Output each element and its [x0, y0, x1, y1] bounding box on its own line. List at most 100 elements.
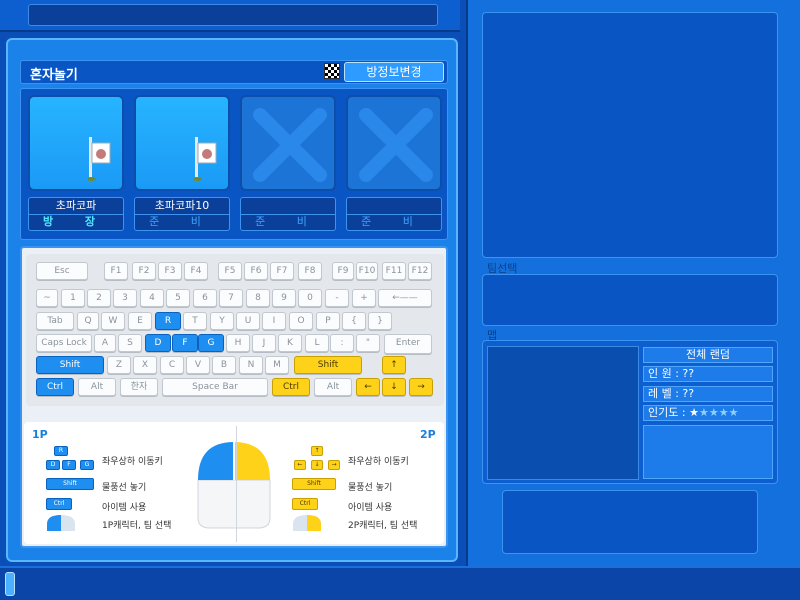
- popularity-label: 인기도 :: [648, 406, 686, 419]
- star-icon: ★: [689, 406, 699, 419]
- slot-1-status: 방 장: [28, 215, 124, 231]
- key-3-9: L: [305, 334, 329, 352]
- p1-label: 1P: [32, 428, 48, 441]
- key-2-6: Y: [210, 312, 234, 330]
- player-slot-1[interactable]: [28, 95, 124, 191]
- key-4-9: ↑: [382, 356, 406, 374]
- key-3-8: K: [278, 334, 302, 352]
- key-0-8: F8: [298, 262, 322, 280]
- key-2-11: {: [342, 312, 366, 330]
- start-area[interactable]: [502, 490, 758, 554]
- key-1-4: 4: [140, 289, 164, 307]
- key-5-5: Alt: [314, 378, 352, 396]
- p1-g-key: G: [80, 460, 94, 470]
- player-slot-4[interactable]: [346, 95, 442, 191]
- star-icon: ★: [698, 406, 709, 419]
- key-1-7: 7: [219, 289, 243, 307]
- key-3-4: F: [172, 334, 198, 352]
- slot-4-status: 준 비: [346, 215, 442, 231]
- key-1-1: 1: [61, 289, 85, 307]
- p1-f-key: F: [62, 460, 76, 470]
- slot-4-name: [346, 197, 442, 215]
- chat-input-bar[interactable]: [28, 4, 438, 26]
- key-2-4: R: [155, 312, 181, 330]
- instructions-box: 1P 2P R D F G Shift Ctrl 좌우상하 이동키 물풍선 놓기…: [24, 422, 444, 544]
- p1-r-key: R: [54, 446, 68, 456]
- key-5-7: ↓: [382, 378, 406, 396]
- key-3-12: Enter: [384, 334, 432, 354]
- key-2-1: Q: [77, 312, 99, 330]
- player-slot-3[interactable]: [240, 95, 336, 191]
- slot-3-status: 준 비: [240, 215, 336, 231]
- key-2-8: I: [262, 312, 286, 330]
- key-2-7: U: [236, 312, 260, 330]
- key-3-0: Caps Lock: [36, 334, 92, 352]
- map-thumbnail[interactable]: [487, 346, 639, 480]
- p2-right-key: →: [328, 460, 340, 470]
- p2-up-key: ↑: [311, 446, 323, 456]
- p2-ctrl-key: Ctrl: [292, 498, 318, 510]
- map-level: 레 벨 : ??: [643, 386, 773, 402]
- mouse-icon: [197, 442, 271, 529]
- key-2-10: P: [316, 312, 340, 330]
- map-preview: [482, 12, 778, 258]
- p2-select-text: 2P캐릭터, 팀 선택: [348, 521, 418, 531]
- divider: [236, 426, 237, 542]
- key-4-1: Z: [107, 356, 131, 374]
- p2-move-text: 좌우상하 이동키: [348, 457, 409, 467]
- map-description: [643, 425, 773, 479]
- star-icon: ★: [718, 406, 729, 419]
- key-2-0: Tab: [36, 312, 74, 330]
- key-1-2: 2: [87, 289, 111, 307]
- slot-2-status: 준 비: [134, 215, 230, 231]
- key-0-0: Esc: [36, 262, 88, 280]
- key-4-5: B: [212, 356, 236, 374]
- key-3-2: S: [118, 334, 142, 352]
- key-4-2: X: [133, 356, 157, 374]
- key-1-13: ←——: [378, 289, 432, 307]
- key-0-12: F12: [408, 262, 432, 280]
- key-1-10: 0: [298, 289, 322, 307]
- p1-select-text: 1P캐릭터, 팀 선택: [102, 521, 172, 531]
- room-title: 혼자놀기: [30, 68, 78, 83]
- p1-item-text: 아이템 사용: [102, 503, 147, 513]
- key-0-6: F6: [244, 262, 268, 280]
- key-0-9: F9: [332, 262, 354, 280]
- map-random-button[interactable]: 전체 랜덤: [643, 347, 773, 363]
- slot-2-name: 초파코파10: [134, 197, 230, 215]
- map-people: 인 원 : ??: [643, 366, 773, 382]
- key-1-9: 9: [272, 289, 296, 307]
- map-popularity: 인기도 : ★★★★★: [643, 405, 773, 421]
- key-3-11: ": [356, 334, 380, 352]
- key-3-6: H: [226, 334, 250, 352]
- key-4-4: V: [186, 356, 210, 374]
- p2-mouse-icon: [293, 515, 321, 531]
- level-sign-icon: [194, 137, 217, 181]
- p2-down-key: ↓: [311, 460, 323, 470]
- closed-x-icon: [253, 108, 327, 182]
- key-0-11: F11: [382, 262, 406, 280]
- p2-item-text: 아이템 사용: [348, 503, 393, 513]
- key-1-8: 8: [246, 289, 270, 307]
- p1-balloon-text: 물풍선 놓기: [102, 483, 147, 493]
- star-icon: ★: [728, 406, 739, 419]
- key-4-6: N: [239, 356, 263, 374]
- p2-left-key: ←: [294, 460, 306, 470]
- bottom-handle[interactable]: [5, 572, 15, 596]
- key-5-6: ←: [356, 378, 380, 396]
- key-5-1: Alt: [78, 378, 116, 396]
- level-sign-icon: [88, 137, 111, 181]
- key-2-12: }: [368, 312, 392, 330]
- key-0-3: F3: [158, 262, 182, 280]
- key-5-4: Ctrl: [272, 378, 310, 396]
- closed-x-icon: [359, 108, 433, 182]
- p2-balloon-text: 물풍선 놓기: [348, 483, 393, 493]
- team-select-box[interactable]: [482, 274, 778, 326]
- change-room-info-button[interactable]: 방정보변경: [344, 62, 444, 82]
- p1-move-text: 좌우상하 이동키: [102, 457, 163, 467]
- slot-1-name: 초파코파: [28, 197, 124, 215]
- key-5-3: Space Bar: [162, 378, 268, 396]
- key-4-0: Shift: [36, 356, 104, 374]
- key-5-2: 한자: [120, 378, 158, 396]
- player-slot-2[interactable]: [134, 95, 230, 191]
